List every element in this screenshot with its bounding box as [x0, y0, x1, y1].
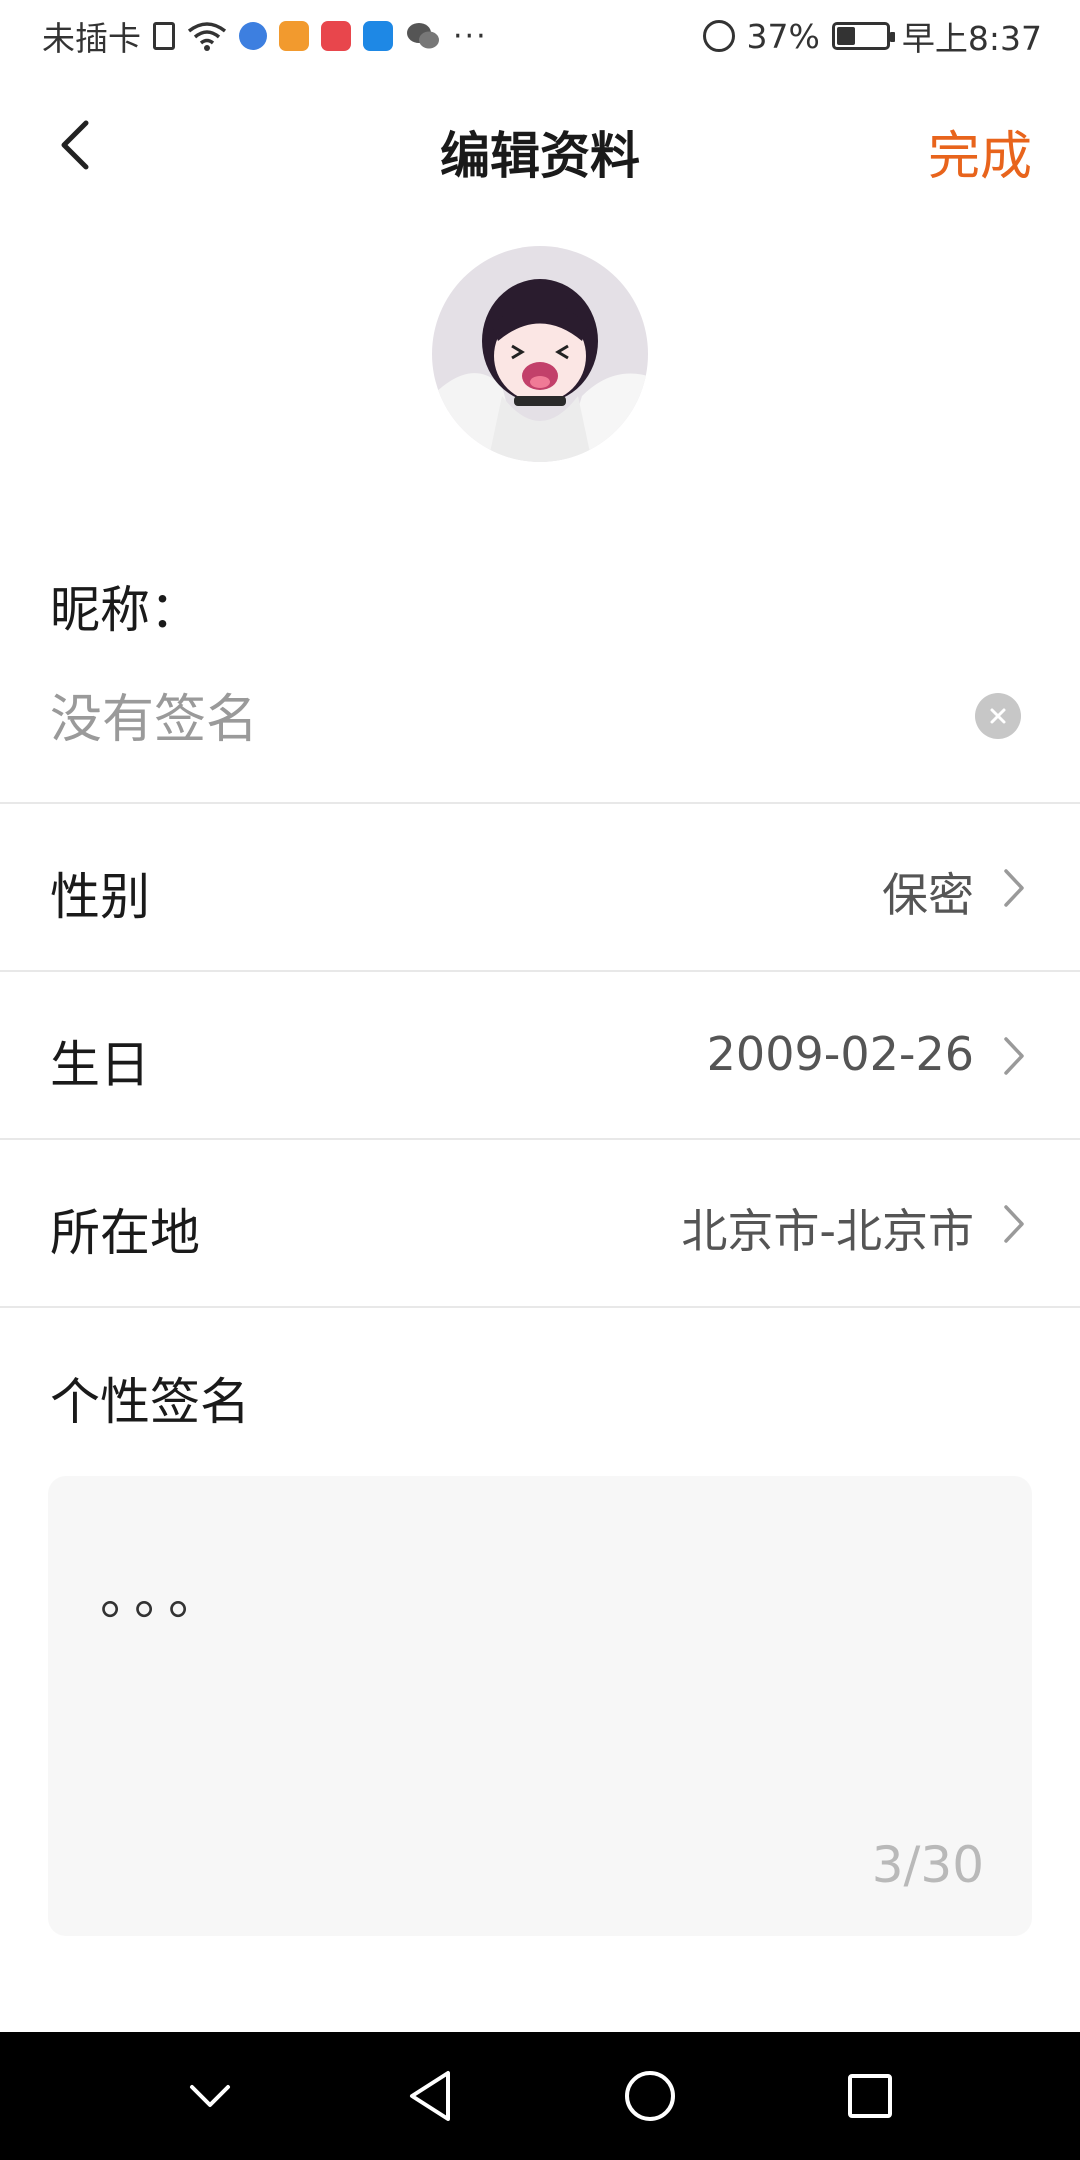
chevron-right-icon: [994, 1031, 1034, 1081]
avatar[interactable]: [432, 246, 648, 462]
battery-percent: 37%: [746, 16, 820, 56]
alarm-icon: [702, 20, 735, 52]
nickname-input[interactable]: [50, 688, 950, 752]
more-dots-icon: ···: [453, 18, 488, 54]
system-nav-bar: [0, 2032, 1080, 2160]
signature-text: 。。。: [100, 1567, 229, 1627]
wechat-icon: [407, 23, 439, 49]
close-icon: [990, 708, 1006, 724]
sim-icon: [153, 22, 175, 50]
chevron-right-icon: [994, 863, 1034, 913]
row-gender[interactable]: 性别 保密: [0, 805, 1080, 971]
birthday-value: 2009-02-26: [706, 1027, 974, 1081]
divider: [0, 1138, 1080, 1140]
nav-collapse-button[interactable]: [165, 2051, 255, 2141]
browser-icon: [239, 22, 267, 50]
nav-recents-button[interactable]: [825, 2051, 915, 2141]
carrier-text: 未插卡: [42, 19, 141, 58]
location-value: 北京市-北京市: [681, 1204, 974, 1258]
done-button[interactable]: 完成: [928, 114, 1032, 189]
blue-app-icon: [363, 21, 393, 51]
header: 编辑资料 完成: [0, 80, 1080, 210]
row-birthday[interactable]: 生日 2009-02-26: [0, 973, 1080, 1139]
chevron-right-icon: [994, 1199, 1034, 1249]
huawei-app-icon: [321, 21, 351, 51]
chevron-down-icon: [190, 2085, 230, 2107]
nickname-label: 昵称：: [50, 581, 200, 639]
clear-input-button[interactable]: [975, 693, 1021, 739]
divider: [0, 802, 1080, 804]
nav-back-button[interactable]: [385, 2051, 475, 2141]
circle-home-icon: [625, 2071, 675, 2121]
signature-textarea[interactable]: 。。。 3/30: [48, 1476, 1032, 1936]
location-label: 所在地: [50, 1204, 200, 1262]
avatar-image: [432, 246, 648, 462]
wifi-icon: [187, 22, 227, 51]
divider: [0, 1306, 1080, 1308]
video-app-icon: [279, 21, 309, 51]
nav-home-button[interactable]: [605, 2051, 695, 2141]
birthday-label: 生日: [50, 1036, 150, 1094]
battery-level-fill: [836, 27, 855, 45]
triangle-back-icon: [410, 2071, 450, 2121]
signature-char-count: 3/30: [871, 1836, 984, 1894]
gender-value: 保密: [882, 868, 974, 922]
divider: [0, 970, 1080, 972]
status-bar: 未插卡 ··· 37% 早上8:37: [0, 0, 1080, 72]
square-recents-icon: [848, 2074, 892, 2118]
battery-icon: [831, 22, 895, 50]
signature-label: 个性签名: [50, 1373, 250, 1431]
gender-label: 性别: [50, 868, 150, 926]
row-location[interactable]: 所在地 北京市-北京市: [0, 1141, 1080, 1307]
page-title: 编辑资料: [440, 127, 640, 185]
clock-time: 早上8:37: [901, 19, 1042, 58]
